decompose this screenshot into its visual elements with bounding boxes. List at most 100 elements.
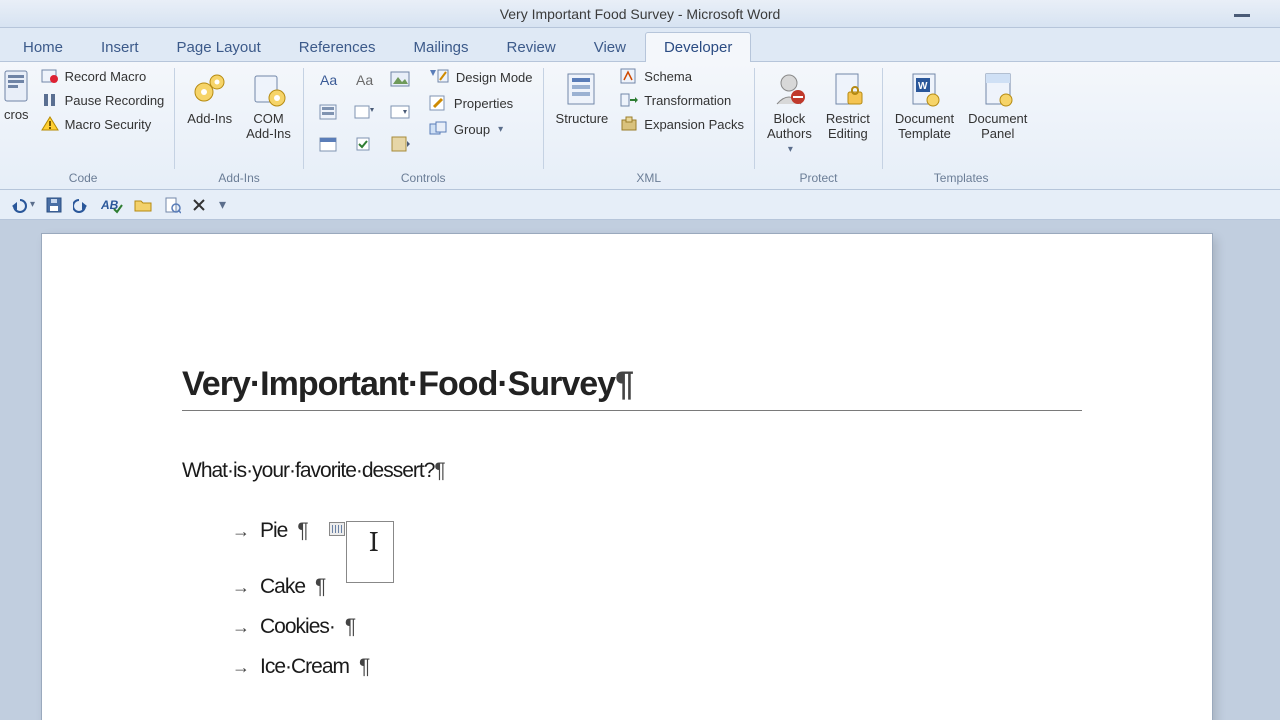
macro-security-button[interactable]: Macro Security (39, 114, 167, 134)
window-title: Very Important Food Survey - Microsoft W… (500, 6, 781, 22)
macros-button[interactable]: cros (0, 66, 33, 123)
structure-button[interactable]: Structure (552, 66, 613, 127)
group-addins: Add-Ins COM Add-Ins Add-Ins (175, 62, 303, 189)
chevron-down-icon: ▾ (30, 199, 35, 210)
tab-arrow-icon: → (232, 521, 250, 542)
close-button[interactable] (191, 197, 207, 213)
tab-view[interactable]: View (575, 32, 645, 62)
tab-page-layout[interactable]: Page Layout (158, 32, 280, 62)
tab-arrow-icon: → (232, 657, 250, 678)
pilcrow-icon: ¶ (434, 459, 445, 482)
pilcrow-icon: ¶ (345, 615, 356, 639)
building-block-control[interactable] (312, 98, 344, 126)
group-xml: Structure Schema Transformation Expansio… (544, 62, 754, 189)
pilcrow-icon: ¶ (297, 519, 308, 543)
com-addins-icon (249, 70, 289, 110)
design-mode-button[interactable]: Design Mode (426, 66, 535, 88)
doc-question: What·is·your·favorite·dessert?¶ (182, 459, 1072, 483)
redo-button[interactable] (73, 196, 91, 214)
plain-text-control[interactable]: Aa (348, 66, 380, 94)
expansion-packs-icon (620, 116, 638, 132)
properties-button[interactable]: Properties (426, 92, 535, 114)
document-panel-icon (980, 70, 1016, 110)
group-code: cros Record Macro Pause Recording Macro … (0, 62, 174, 189)
tab-home[interactable]: Home (4, 32, 82, 62)
print-preview-button[interactable] (163, 196, 181, 214)
tab-review[interactable]: Review (488, 32, 575, 62)
record-macro-icon (41, 68, 59, 84)
block-authors-icon (771, 70, 807, 110)
block-authors-button[interactable]: Block Authors▾ (763, 66, 816, 155)
svg-text:Aa: Aa (356, 72, 373, 88)
addins-button[interactable]: Add-Ins (183, 66, 236, 127)
chevron-down-icon: ▾ (788, 144, 793, 155)
schema-button[interactable]: Schema (618, 66, 746, 86)
content-control-handle-icon[interactable] (329, 522, 345, 536)
restrict-editing-icon (830, 70, 866, 110)
rich-text-control[interactable]: Aa (312, 66, 344, 94)
tab-insert[interactable]: Insert (82, 32, 158, 62)
tab-developer[interactable]: Developer (645, 32, 751, 62)
title-bar: Very Important Food Survey - Microsoft W… (0, 0, 1280, 28)
chevron-down-icon: ▾ (498, 124, 503, 135)
controls-gallery: Aa Aa (312, 66, 416, 158)
option-list: I →Pie¶ →Cake¶ →Cookies·¶ →Ice·Cream¶ (182, 519, 1072, 679)
transformation-icon (620, 92, 638, 108)
tab-arrow-icon: → (232, 577, 250, 598)
group-button[interactable]: Group▾ (426, 118, 535, 140)
tab-mailings[interactable]: Mailings (395, 32, 488, 62)
ribbon-tabs: Home Insert Page Layout References Maili… (0, 28, 1280, 62)
open-button[interactable] (133, 197, 153, 213)
structure-icon (564, 70, 600, 110)
record-macro-button[interactable]: Record Macro (39, 66, 167, 86)
group-controls: Aa Aa Design Mode Properties (304, 62, 543, 189)
chevron-down-icon: ▾ (219, 196, 226, 213)
undo-button[interactable]: ▾ (8, 196, 35, 214)
macros-icon (4, 70, 28, 106)
minimize-button[interactable] (1232, 6, 1256, 18)
spellcheck-button[interactable]: AB (101, 196, 123, 214)
legacy-tools-control[interactable] (384, 130, 416, 158)
properties-icon (428, 94, 448, 112)
tab-references[interactable]: References (280, 32, 395, 62)
workspace: Very·Important·Food·Survey¶ What·is·your… (0, 220, 1280, 720)
picture-control[interactable] (384, 66, 416, 94)
qat-customize[interactable]: ▾ (217, 196, 226, 213)
pause-recording-button[interactable]: Pause Recording (39, 90, 167, 110)
pilcrow-icon: ¶ (315, 575, 326, 599)
restrict-editing-button[interactable]: Restrict Editing (822, 66, 874, 142)
gears-icon (190, 70, 230, 110)
svg-text:W: W (918, 81, 928, 92)
content-control-selection[interactable]: I (346, 521, 394, 583)
pilcrow-icon: ¶ (359, 655, 370, 679)
heading-underline (182, 410, 1082, 411)
text-cursor-icon: I (369, 526, 379, 558)
pause-icon (41, 92, 59, 108)
schema-icon (620, 68, 638, 84)
quick-access-toolbar: ▾ AB ▾ (0, 190, 1280, 220)
list-item: →Cookies·¶ (232, 615, 1072, 639)
group-icon (428, 120, 448, 138)
tab-arrow-icon: → (232, 617, 250, 638)
svg-text:Aa: Aa (320, 72, 337, 88)
list-item: →Ice·Cream¶ (232, 655, 1072, 679)
document-template-button[interactable]: W Document Template (891, 66, 958, 142)
group-templates: W Document Template Document Panel Templ… (883, 62, 1040, 189)
shield-warning-icon (41, 116, 59, 132)
pilcrow-icon: ¶ (615, 365, 634, 403)
com-addins-button[interactable]: COM Add-Ins (242, 66, 295, 142)
date-picker-control[interactable] (312, 130, 344, 158)
doc-heading: Very·Important·Food·Survey¶ (182, 364, 1072, 404)
dropdown-list-control[interactable] (384, 98, 416, 126)
transformation-button[interactable]: Transformation (618, 90, 746, 110)
checkbox-control[interactable] (348, 130, 380, 158)
document-page[interactable]: Very·Important·Food·Survey¶ What·is·your… (42, 234, 1212, 720)
group-protect: Block Authors▾ Restrict Editing Protect (755, 62, 882, 189)
document-template-icon: W (907, 70, 943, 110)
document-panel-button[interactable]: Document Panel (964, 66, 1031, 142)
expansion-packs-button[interactable]: Expansion Packs (618, 114, 746, 134)
save-button[interactable] (45, 196, 63, 214)
ribbon: cros Record Macro Pause Recording Macro … (0, 62, 1280, 190)
combo-box-control[interactable] (348, 98, 380, 126)
design-mode-icon (428, 68, 450, 86)
